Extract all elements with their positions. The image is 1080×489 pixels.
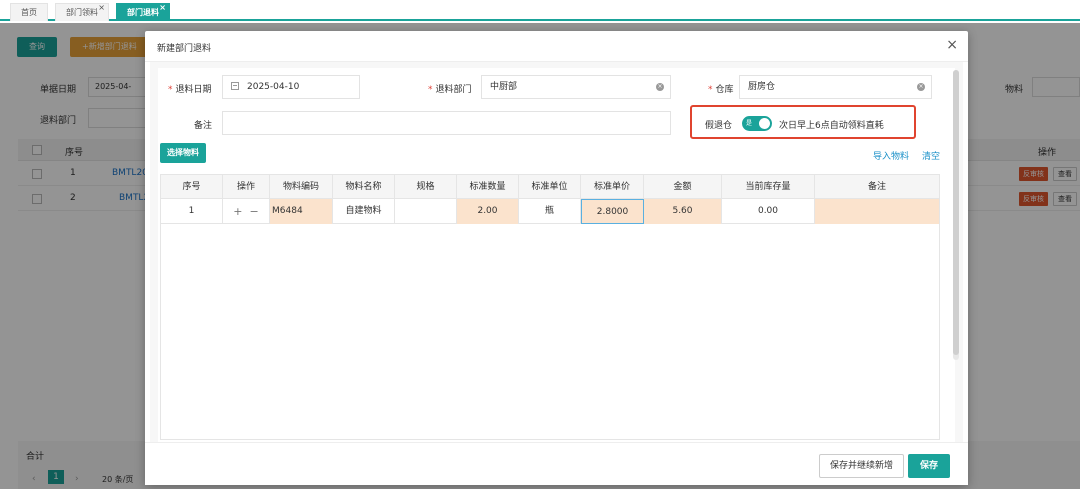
tab-label: 部门领料 [66,8,98,17]
add-row-icon[interactable]: + [233,205,242,218]
close-icon[interactable]: × [946,37,958,53]
fake-return-toggle[interactable]: 是 [742,116,772,131]
col-unit: 标准单位 [519,175,581,199]
remove-row-icon[interactable]: − [250,205,259,218]
return-dept-label: * 退料部门 [428,85,472,95]
input-value: 厨房仓 [748,82,776,92]
cell-name: 自建物料 [333,199,395,224]
col-stock: 当前库存量 [722,175,815,199]
close-icon[interactable]: × [159,0,166,17]
input-value: 中厨部 [490,82,518,92]
col-amount: 金额 [644,175,722,199]
col-qty: 标准数量 [457,175,519,199]
cell-unit: 瓶 [519,199,581,224]
cell-qty[interactable]: 2.00 [457,199,519,224]
table-row: 1 + − M6484 自建物料 2.00 瓶 2.8000 5.60 0.00 [161,199,939,224]
clear-link[interactable]: 清空 [922,149,940,162]
col-price: 标准单价 [581,175,644,199]
grid-header: 序号 操作 物料编码 物料名称 规格 标准数量 标准单位 标准单价 金额 当前库… [161,175,939,199]
fake-return-label: 假退仓 [705,121,733,131]
tab-dept-requisition[interactable]: 部门领料 × [55,3,109,21]
import-material-link[interactable]: 导入物料 [873,149,909,162]
calendar-icon [231,82,239,90]
toggle-knob [759,118,770,129]
cell-ops: + − [223,199,270,224]
clear-icon[interactable]: × [656,83,664,91]
remark-label: 备注 [194,121,213,131]
return-date-input[interactable]: 2025-04-10 [222,75,360,99]
modal-scrollbar[interactable] [953,70,959,360]
select-material-button[interactable]: 选择物料 [160,143,206,163]
input-value: 2025-04-10 [247,82,300,92]
label-text: 退料日期 [175,85,212,95]
cell-amount: 5.60 [644,199,722,224]
clear-icon[interactable]: × [917,83,925,91]
modal-footer: 保存并继续新增 保存 [145,442,968,485]
col-code: 物料编码 [270,175,333,199]
modal-header: 新建部门退料 × [145,31,968,62]
return-date-label: * 退料日期 [168,85,212,95]
cell-code[interactable]: M6484 [270,199,333,224]
remark-input[interactable] [222,111,671,135]
close-icon[interactable]: × [98,0,105,17]
save-continue-button[interactable]: 保存并继续新增 [818,454,904,478]
tab-dept-return[interactable]: 部门退料 × [116,3,170,21]
tab-label: 部门退料 [127,8,159,17]
fake-return-desc: 次日早上6点自动领料直耗 [779,121,884,131]
save-button[interactable]: 保存 [907,454,950,478]
col-spec: 规格 [395,175,457,199]
cell-stock: 0.00 [722,199,815,224]
col-name: 物料名称 [333,175,395,199]
col-remark: 备注 [867,182,886,192]
tab-home[interactable]: 首页 [10,3,48,21]
col-op: 操作 [223,175,270,199]
cell-remark[interactable] [815,199,939,224]
label-text: 退料部门 [435,85,472,95]
col-seq: 序号 [161,175,223,199]
material-grid: 序号 操作 物料编码 物料名称 规格 标准数量 标准单位 标准单价 金额 当前库… [160,174,940,440]
label-text: 仓库 [715,85,734,95]
tab-label: 首页 [21,8,37,17]
modal-title: 新建部门退料 [157,44,212,54]
toggle-label: 是 [746,120,753,127]
cell-price[interactable]: 2.8000 [581,199,644,224]
cell-spec [395,199,457,224]
return-dept-select[interactable]: 中厨部 × [481,75,671,99]
tab-bar: 首页 部门领料 × 部门退料 × [0,0,1080,21]
warehouse-select[interactable]: 厨房仓 × [739,75,932,99]
warehouse-label: * 仓库 [708,85,734,95]
cell-seq: 1 [161,199,223,224]
scrollbar-thumb[interactable] [953,70,959,355]
